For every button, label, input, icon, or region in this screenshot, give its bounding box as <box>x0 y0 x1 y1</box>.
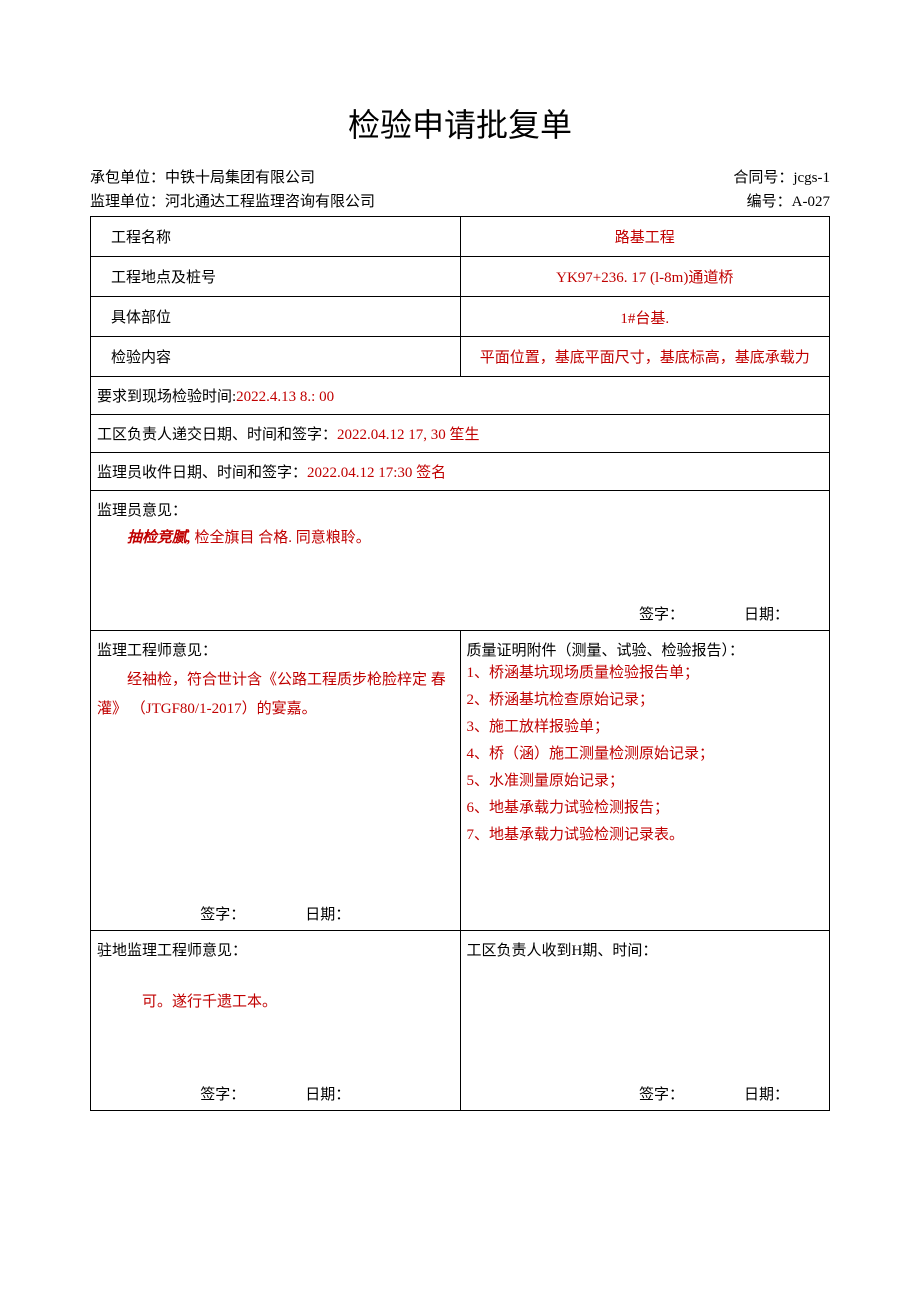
contractor-label: 承包单位： <box>90 170 165 186</box>
location-label: 工程地点及桩号 <box>91 257 461 297</box>
serial-line: 编号：A-027 <box>747 190 830 214</box>
resident-opinion-label: 驻地监理工程师意见： <box>97 939 454 960</box>
supervisor-line: 监理单位：河北通达工程监理咨询有限公司 <box>90 190 375 214</box>
sign-label-4: 签字： <box>639 1083 684 1104</box>
sign-label-3: 签字： <box>200 1083 245 1104</box>
receive-label: 监理员收件日期、时间和签字： <box>97 465 307 481</box>
attachment-3: 3、施工放样报验单； <box>467 714 824 741</box>
part-label: 具体部位 <box>91 297 461 337</box>
supervisor-member-opinion-label: 监理员意见： <box>97 499 823 520</box>
attachment-5: 5、水准测量原始记录； <box>467 768 824 795</box>
sign-label-2: 签字： <box>200 903 245 924</box>
supervisor-value: 河北通达工程监理咨询有限公司 <box>165 194 375 210</box>
req-time-value: 2022.4.13 8.: 00 <box>236 389 334 405</box>
engineer-opinion-body: 经袖检，符合世计含《公路工程质步枪脸梓定 春灌》 （JTGF80/1-2017）… <box>97 666 454 723</box>
sig-line-4: 签字： 日期： <box>461 1083 830 1104</box>
sign-label: 签字： <box>639 603 684 624</box>
content-value: 平面位置，基底平面尺寸，基底标高，基底承载力 <box>460 337 830 377</box>
sig-line-3: 签字： 日期： <box>91 1083 460 1104</box>
date-label: 日期： <box>744 603 789 624</box>
attachment-4: 4、桥（涵）施工测量检测原始记录； <box>467 741 824 768</box>
submit-value: 2022.04.12 17, 30 笙生 <box>337 427 480 443</box>
attachment-6: 6、地基承载力试验检测报告； <box>467 795 824 822</box>
attachments-label: 质量证明附件（测量、试验、检验报告）： <box>467 639 824 660</box>
supervisor-member-body1: 抽检竞腻, <box>127 530 191 546</box>
date-label-3: 日期： <box>305 1083 350 1104</box>
resident-opinion: 驻地监理工程师意见： 可。遂行千遗工本。 签字： 日期： <box>91 931 461 1111</box>
header-row-1: 承包单位：中铁十局集团有限公司 合同号：jcgs-1 <box>90 166 830 190</box>
receive-value: 2022.04.12 17:30 签名 <box>307 465 446 481</box>
serial-label: 编号： <box>747 194 792 210</box>
supervisor-member-opinion-body: 抽检竞腻, 检全旗目 合格. 同意粮聆。 <box>97 526 823 552</box>
location-value: YK97+236. 17 (l-8m)通道桥 <box>460 257 830 297</box>
content-label: 检验内容 <box>91 337 461 377</box>
main-table: 工程名称 路基工程 工程地点及桩号 YK97+236. 17 (l-8m)通道桥… <box>90 216 830 1111</box>
page-title: 检验申请批复单 <box>90 100 830 146</box>
date-label-2: 日期： <box>305 903 350 924</box>
part-value: 1#台基. <box>460 297 830 337</box>
resident-opinion-body: 可。遂行千遗工本。 <box>97 990 454 1016</box>
supervisor-member-body2: 检全旗目 合格. 同意粮聆。 <box>195 530 371 546</box>
contract-no-line: 合同号：jcgs-1 <box>733 166 830 190</box>
contract-no-value: jcgs-1 <box>793 170 830 186</box>
supervisor-label: 监理单位： <box>90 194 165 210</box>
req-time-label: 要求到现场检验时间: <box>97 389 236 405</box>
receipt-block: 工区负责人收到H期、时间： 签字： 日期： <box>460 931 830 1111</box>
supervisor-member-opinion: 监理员意见： 抽检竞腻, 检全旗目 合格. 同意粮聆。 签字： 日期： <box>91 491 830 631</box>
serial-value: A-027 <box>792 194 830 210</box>
project-name-label: 工程名称 <box>91 217 461 257</box>
receipt-label: 工区负责人收到H期、时间： <box>467 939 824 960</box>
engineer-opinion-label: 监理工程师意见： <box>97 639 454 660</box>
sig-line-2: 签字： 日期： <box>91 903 460 924</box>
submit-label: 工区负责人递交日期、时间和签字： <box>97 427 337 443</box>
attachment-1: 1、桥涵基坑现场质量检验报告单； <box>467 660 824 687</box>
date-label-4: 日期： <box>744 1083 789 1104</box>
req-time-row: 要求到现场检验时间:2022.4.13 8.: 00 <box>91 377 830 415</box>
attachments-list: 1、桥涵基坑现场质量检验报告单； 2、桥涵基坑检查原始记录； 3、施工放样报验单… <box>467 660 824 849</box>
project-name-value: 路基工程 <box>460 217 830 257</box>
engineer-opinion: 监理工程师意见： 经袖检，符合世计含《公路工程质步枪脸梓定 春灌》 （JTGF8… <box>91 631 461 931</box>
sig-line-1: 签字： 日期： <box>91 603 829 624</box>
header-row-2: 监理单位：河北通达工程监理咨询有限公司 编号：A-027 <box>90 190 830 214</box>
attachments-block: 质量证明附件（测量、试验、检验报告）： 1、桥涵基坑现场质量检验报告单； 2、桥… <box>460 631 830 931</box>
submit-row: 工区负责人递交日期、时间和签字：2022.04.12 17, 30 笙生 <box>91 415 830 453</box>
attachment-7: 7、地基承载力试验检测记录表。 <box>467 822 824 849</box>
contractor-line: 承包单位：中铁十局集团有限公司 <box>90 166 315 190</box>
receive-row: 监理员收件日期、时间和签字：2022.04.12 17:30 签名 <box>91 453 830 491</box>
attachment-2: 2、桥涵基坑检查原始记录； <box>467 687 824 714</box>
contractor-value: 中铁十局集团有限公司 <box>165 170 315 186</box>
contract-no-label: 合同号： <box>733 170 793 186</box>
